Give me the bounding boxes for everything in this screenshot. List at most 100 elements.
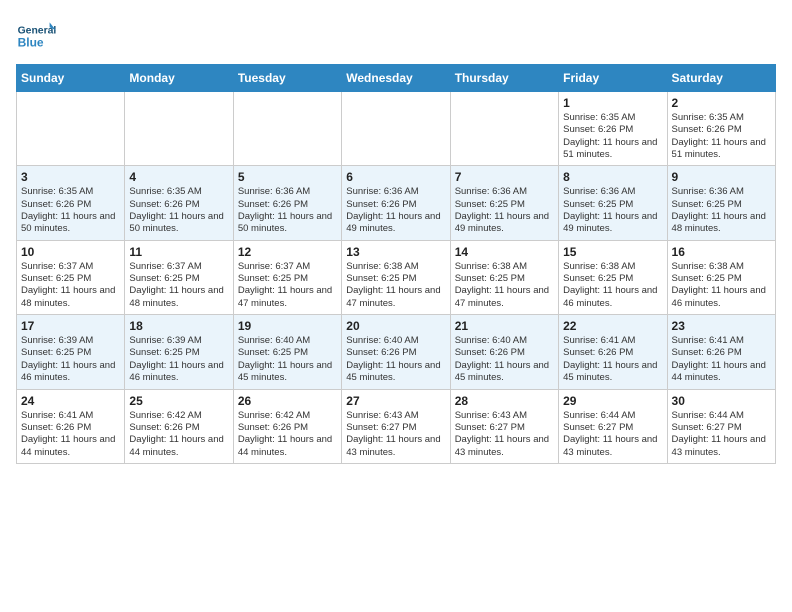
calendar-cell: 1 Sunrise: 6:35 AM Sunset: 6:26 PM Daylig… [559, 92, 667, 166]
weekday-header-sunday: Sunday [17, 65, 125, 92]
weekday-header-tuesday: Tuesday [233, 65, 341, 92]
calendar-cell: 30 Sunrise: 6:44 AM Sunset: 6:27 PM Dayli… [667, 389, 775, 463]
day-number: 26 [238, 394, 337, 408]
day-detail: Sunrise: 6:44 AM Sunset: 6:27 PM Dayligh… [563, 410, 662, 459]
calendar-cell: 10 Sunrise: 6:37 AM Sunset: 6:25 PM Dayli… [17, 240, 125, 314]
day-number: 2 [672, 96, 771, 110]
calendar-cell [125, 92, 233, 166]
day-number: 3 [21, 170, 120, 184]
day-number: 7 [455, 170, 554, 184]
day-number: 18 [129, 319, 228, 333]
day-detail: Sunrise: 6:37 AM Sunset: 6:25 PM Dayligh… [238, 261, 337, 310]
calendar-cell [450, 92, 558, 166]
day-number: 27 [346, 394, 445, 408]
day-number: 23 [672, 319, 771, 333]
day-number: 22 [563, 319, 662, 333]
day-detail: Sunrise: 6:38 AM Sunset: 6:25 PM Dayligh… [672, 261, 771, 310]
calendar-cell: 22 Sunrise: 6:41 AM Sunset: 6:26 PM Dayli… [559, 315, 667, 389]
day-detail: Sunrise: 6:38 AM Sunset: 6:25 PM Dayligh… [455, 261, 554, 310]
day-detail: Sunrise: 6:40 AM Sunset: 6:25 PM Dayligh… [238, 335, 337, 384]
day-detail: Sunrise: 6:36 AM Sunset: 6:25 PM Dayligh… [455, 186, 554, 235]
day-detail: Sunrise: 6:38 AM Sunset: 6:25 PM Dayligh… [346, 261, 445, 310]
day-number: 8 [563, 170, 662, 184]
calendar-cell: 29 Sunrise: 6:44 AM Sunset: 6:27 PM Dayli… [559, 389, 667, 463]
svg-text:Blue: Blue [18, 35, 44, 49]
calendar-cell: 12 Sunrise: 6:37 AM Sunset: 6:25 PM Dayli… [233, 240, 341, 314]
logo: General Blue [16, 16, 60, 56]
calendar-cell: 25Sunrise: 6:42 AM Sunset: 6:26 PM Dayli… [125, 389, 233, 463]
weekday-header-thursday: Thursday [450, 65, 558, 92]
calendar-cell: 17 Sunrise: 6:39 AM Sunset: 6:25 PM Dayli… [17, 315, 125, 389]
calendar-table: SundayMondayTuesdayWednesdayThursdayFrid… [16, 64, 776, 464]
day-detail: Sunrise: 6:41 AM Sunset: 6:26 PM Dayligh… [672, 335, 771, 384]
day-detail: Sunrise: 6:36 AM Sunset: 6:25 PM Dayligh… [672, 186, 771, 235]
calendar-cell [342, 92, 450, 166]
calendar-cell: 20 Sunrise: 6:40 AM Sunset: 6:26 PM Dayli… [342, 315, 450, 389]
calendar-cell [233, 92, 341, 166]
calendar-cell: 8 Sunrise: 6:36 AM Sunset: 6:25 PM Daylig… [559, 166, 667, 240]
calendar-cell: 26 Sunrise: 6:42 AM Sunset: 6:26 PM Dayli… [233, 389, 341, 463]
calendar-cell: 4 Sunrise: 6:35 AM Sunset: 6:26 PM Daylig… [125, 166, 233, 240]
calendar-week-row: 24 Sunrise: 6:41 AM Sunset: 6:26 PM Dayli… [17, 389, 776, 463]
day-detail: Sunrise: 6:36 AM Sunset: 6:25 PM Dayligh… [563, 186, 662, 235]
page-header: General Blue [16, 16, 776, 56]
day-detail: Sunrise: 6:41 AM Sunset: 6:26 PM Dayligh… [21, 410, 120, 459]
day-detail: Sunrise: 6:42 AM Sunset: 6:26 PM Dayligh… [238, 410, 337, 459]
day-detail: Sunrise: 6:44 AM Sunset: 6:27 PM Dayligh… [672, 410, 771, 459]
day-number: 1 [563, 96, 662, 110]
day-detail: Sunrise: 6:35 AM Sunset: 6:26 PM Dayligh… [672, 112, 771, 161]
day-number: 16 [672, 245, 771, 259]
calendar-cell: 2 Sunrise: 6:35 AM Sunset: 6:26 PM Daylig… [667, 92, 775, 166]
calendar-cell: 18 Sunrise: 6:39 AM Sunset: 6:25 PM Dayli… [125, 315, 233, 389]
day-detail: Sunrise: 6:36 AM Sunset: 6:26 PM Dayligh… [238, 186, 337, 235]
day-number: 10 [21, 245, 120, 259]
day-number: 20 [346, 319, 445, 333]
calendar-cell: 16 Sunrise: 6:38 AM Sunset: 6:25 PM Dayli… [667, 240, 775, 314]
calendar-week-row: 10 Sunrise: 6:37 AM Sunset: 6:25 PM Dayli… [17, 240, 776, 314]
day-detail: Sunrise: 6:39 AM Sunset: 6:25 PM Dayligh… [21, 335, 120, 384]
calendar-header-row: SundayMondayTuesdayWednesdayThursdayFrid… [17, 65, 776, 92]
calendar-cell: 23 Sunrise: 6:41 AM Sunset: 6:26 PM Dayli… [667, 315, 775, 389]
calendar-cell: 15Sunrise: 6:38 AM Sunset: 6:25 PM Dayli… [559, 240, 667, 314]
day-number: 28 [455, 394, 554, 408]
day-number: 29 [563, 394, 662, 408]
day-number: 9 [672, 170, 771, 184]
day-detail: Sunrise: 6:43 AM Sunset: 6:27 PM Dayligh… [346, 410, 445, 459]
day-number: 30 [672, 394, 771, 408]
day-number: 24 [21, 394, 120, 408]
calendar-week-row: 1 Sunrise: 6:35 AM Sunset: 6:26 PM Daylig… [17, 92, 776, 166]
day-number: 6 [346, 170, 445, 184]
day-number: 13 [346, 245, 445, 259]
calendar-week-row: 3 Sunrise: 6:35 AM Sunset: 6:26 PM Daylig… [17, 166, 776, 240]
day-detail: Sunrise: 6:35 AM Sunset: 6:26 PM Dayligh… [563, 112, 662, 161]
calendar-week-row: 17 Sunrise: 6:39 AM Sunset: 6:25 PM Dayli… [17, 315, 776, 389]
calendar-cell: 19 Sunrise: 6:40 AM Sunset: 6:25 PM Dayli… [233, 315, 341, 389]
calendar-cell: 28 Sunrise: 6:43 AM Sunset: 6:27 PM Dayli… [450, 389, 558, 463]
day-detail: Sunrise: 6:35 AM Sunset: 6:26 PM Dayligh… [129, 186, 228, 235]
day-number: 11 [129, 245, 228, 259]
calendar-cell: 14 Sunrise: 6:38 AM Sunset: 6:25 PM Dayli… [450, 240, 558, 314]
day-number: 19 [238, 319, 337, 333]
calendar-cell: 24 Sunrise: 6:41 AM Sunset: 6:26 PM Dayli… [17, 389, 125, 463]
day-number: 21 [455, 319, 554, 333]
weekday-header-wednesday: Wednesday [342, 65, 450, 92]
day-number: 4 [129, 170, 228, 184]
day-detail: Sunrise: 6:43 AM Sunset: 6:27 PM Dayligh… [455, 410, 554, 459]
day-detail: Sunrise: 6:37 AM Sunset: 6:25 PM Dayligh… [21, 261, 120, 310]
calendar-cell: 6 Sunrise: 6:36 AM Sunset: 6:26 PM Daylig… [342, 166, 450, 240]
day-detail: Sunrise: 6:40 AM Sunset: 6:26 PM Dayligh… [346, 335, 445, 384]
calendar-cell: 11Sunrise: 6:37 AM Sunset: 6:25 PM Dayli… [125, 240, 233, 314]
day-detail: Sunrise: 6:41 AM Sunset: 6:26 PM Dayligh… [563, 335, 662, 384]
day-number: 17 [21, 319, 120, 333]
day-number: 14 [455, 245, 554, 259]
calendar-cell [17, 92, 125, 166]
weekday-header-friday: Friday [559, 65, 667, 92]
day-detail: Sunrise: 6:36 AM Sunset: 6:26 PM Dayligh… [346, 186, 445, 235]
day-detail: Sunrise: 6:39 AM Sunset: 6:25 PM Dayligh… [129, 335, 228, 384]
day-number: 12 [238, 245, 337, 259]
calendar-cell: 9 Sunrise: 6:36 AM Sunset: 6:25 PM Daylig… [667, 166, 775, 240]
day-detail: Sunrise: 6:42 AM Sunset: 6:26 PM Dayligh… [129, 410, 228, 459]
weekday-header-monday: Monday [125, 65, 233, 92]
calendar-cell: 7 Sunrise: 6:36 AM Sunset: 6:25 PM Daylig… [450, 166, 558, 240]
day-detail: Sunrise: 6:35 AM Sunset: 6:26 PM Dayligh… [21, 186, 120, 235]
